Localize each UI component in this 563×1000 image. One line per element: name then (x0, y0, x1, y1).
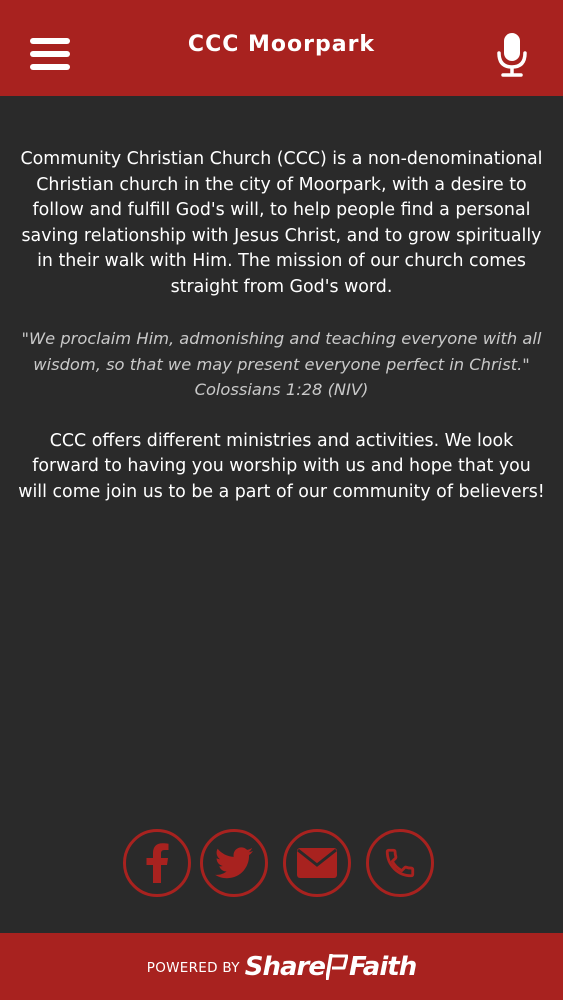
microphone-icon (497, 33, 527, 77)
about-content: Community Christian Church (CCC) is a no… (0, 96, 563, 505)
app-header: CCC Moorpark (0, 0, 563, 96)
brand-text-left: Share (244, 951, 326, 982)
phone-icon (385, 848, 415, 878)
hamburger-menu-icon (30, 38, 70, 44)
phone-button[interactable] (366, 829, 434, 897)
hamburger-menu-icon-bar (30, 51, 70, 57)
ministries-paragraph: CCC offers different ministries and acti… (18, 430, 545, 502)
facebook-button[interactable] (123, 829, 191, 897)
twitter-button[interactable] (200, 829, 268, 897)
scripture-quote-text: "We proclaim Him, admonishing and teachi… (21, 329, 542, 374)
voice-search-button[interactable] (497, 33, 527, 77)
hamburger-menu-icon-bar (30, 64, 70, 70)
brand-text-right: Faith (349, 951, 417, 982)
page-title: CCC Moorpark (187, 31, 376, 57)
social-links (0, 829, 563, 899)
footer-bar: POWERED BY Share Faith (0, 933, 563, 1000)
app-screen: CCC Moorpark Community Christian Church … (0, 0, 563, 1000)
email-icon (297, 848, 337, 878)
email-button[interactable] (283, 829, 351, 897)
powered-by-label: POWERED BY (146, 960, 240, 976)
scripture-reference: Colossians 1:28 (NIV) (194, 380, 369, 399)
sharefaith-logo-link[interactable]: Share Faith (244, 951, 417, 982)
facebook-icon (146, 843, 169, 883)
menu-button[interactable] (30, 38, 70, 72)
scripture-quote: "We proclaim Him, admonishing and teachi… (18, 326, 545, 403)
twitter-icon (215, 847, 253, 879)
sharefaith-flag-icon (326, 953, 349, 980)
intro-paragraph: Community Christian Church (CCC) is a no… (20, 149, 543, 297)
